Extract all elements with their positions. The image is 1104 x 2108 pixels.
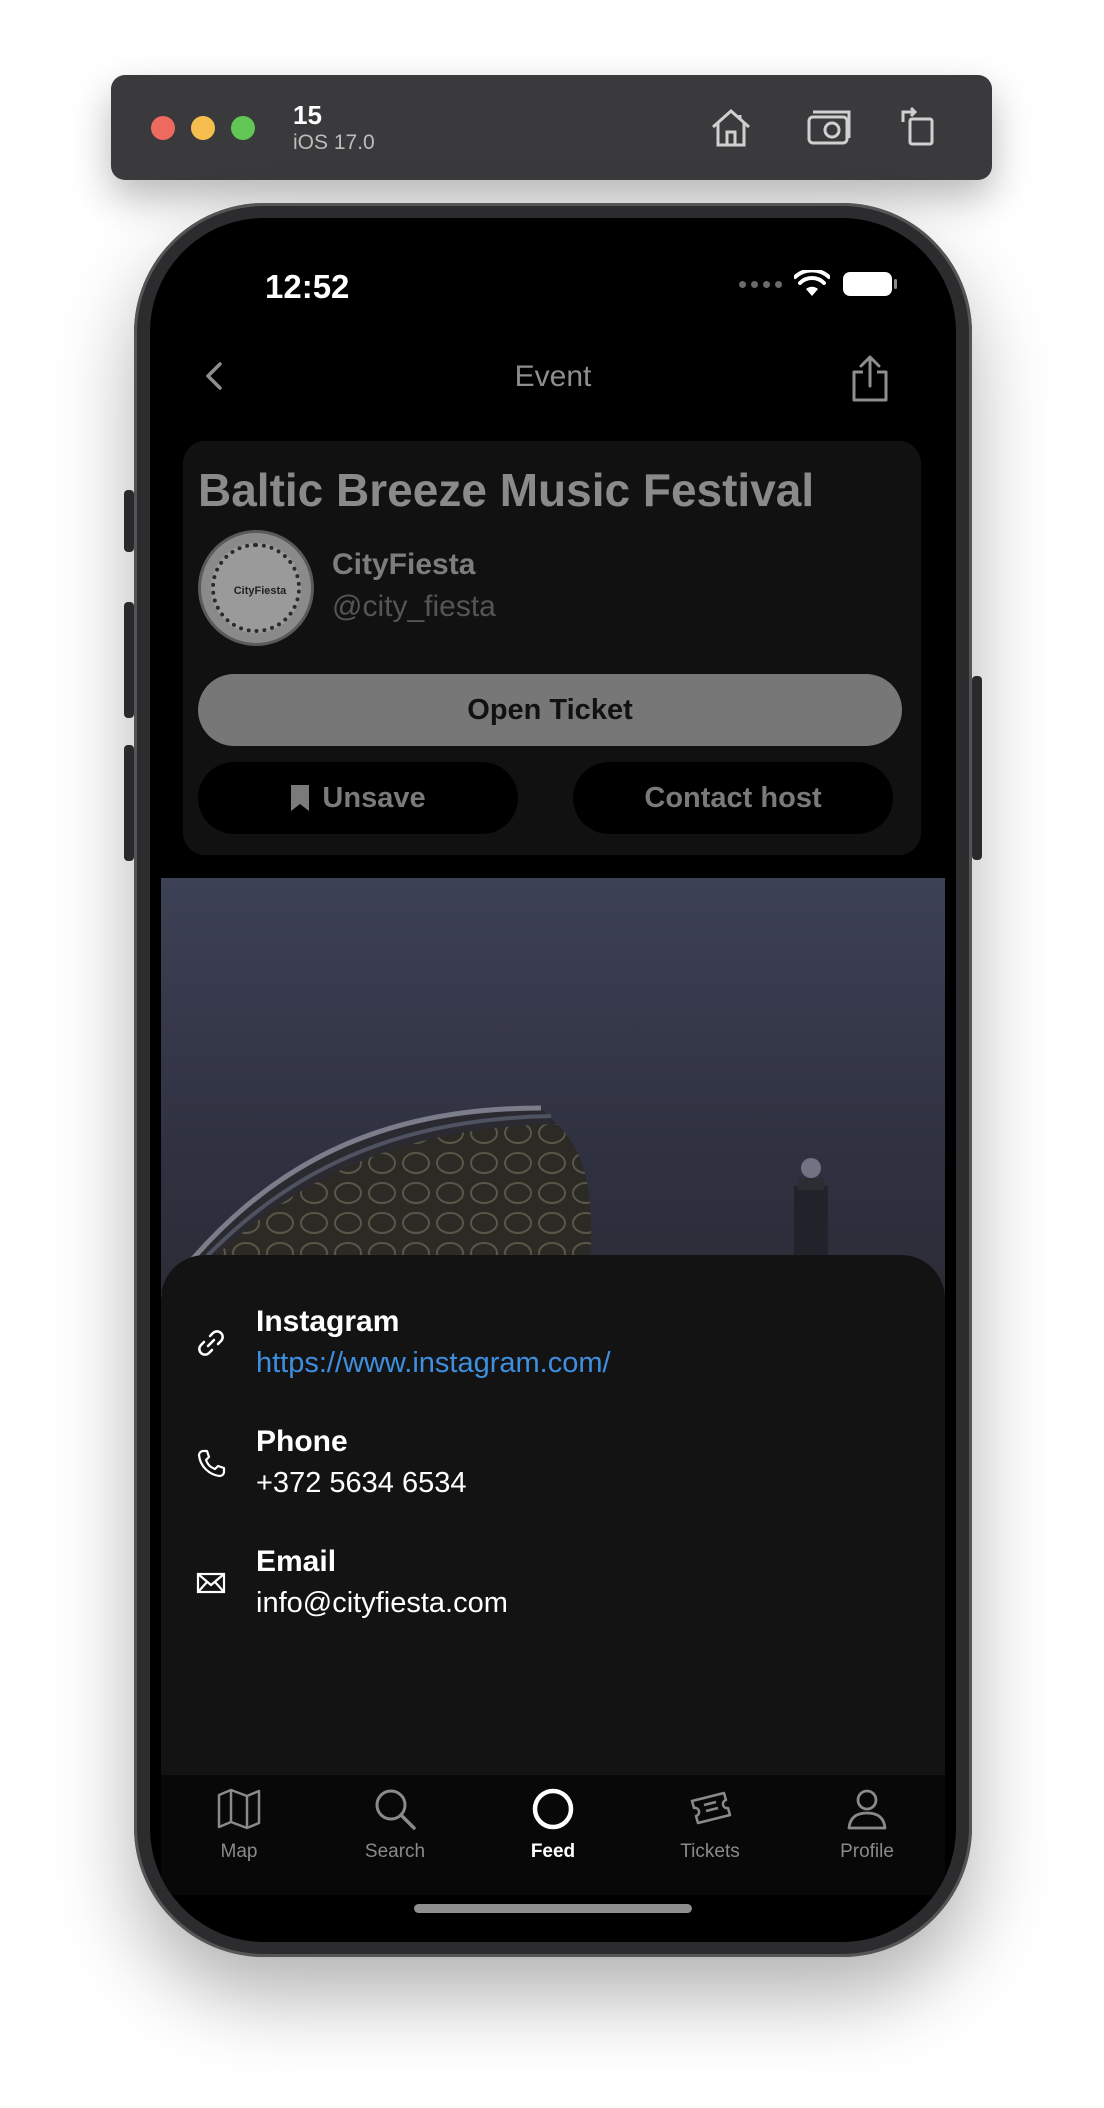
tab-tickets[interactable]: Tickets xyxy=(640,1785,780,1863)
avatar[interactable]: CityFiesta xyxy=(198,530,314,646)
open-ticket-button[interactable]: Open Ticket xyxy=(198,674,902,746)
email-address[interactable]: info@cityfiesta.com xyxy=(256,1587,508,1620)
volume-down-button xyxy=(124,745,134,861)
mail-icon xyxy=(196,1572,226,1594)
page-title: Event xyxy=(514,360,592,393)
event-title: Baltic Breeze Music Festival xyxy=(198,464,815,516)
signal-icon xyxy=(739,280,782,288)
profile-icon xyxy=(847,1789,887,1830)
home-icon[interactable] xyxy=(703,100,759,156)
rotate-icon[interactable] xyxy=(893,100,949,156)
simulator-device-name: 15 xyxy=(293,100,322,130)
phone-number[interactable]: +372 5634 6534 xyxy=(256,1467,466,1500)
contact-sheet: Instagram https://www.instagram.com/ Pho… xyxy=(161,1255,945,1775)
contact-label: Phone xyxy=(256,1425,348,1458)
screenshot-icon[interactable] xyxy=(801,100,857,156)
contact-label: Instagram xyxy=(256,1305,400,1338)
unsave-label: Unsave xyxy=(322,781,426,814)
contact-label: Email xyxy=(256,1545,337,1578)
tab-bar: Map Search Feed Tickets Profile xyxy=(161,1775,945,1895)
contact-row-email[interactable]: Email info@cityfiesta.com xyxy=(161,1545,945,1645)
share-icon xyxy=(852,355,888,402)
map-icon xyxy=(217,1788,261,1830)
bookmark-icon xyxy=(291,785,310,811)
minimize-window-button[interactable] xyxy=(191,116,215,140)
phone-screen: 12:52 Event Baltic Breeze Music Festival… xyxy=(150,218,956,1942)
tab-profile[interactable]: Profile xyxy=(797,1785,937,1863)
avatar-logo-text: CityFiesta xyxy=(233,585,287,597)
feed-icon xyxy=(532,1788,574,1830)
link-icon xyxy=(198,1330,224,1356)
power-button xyxy=(972,676,982,860)
tab-feed[interactable]: Feed xyxy=(483,1785,623,1863)
status-time: 12:52 xyxy=(265,268,350,305)
tab-label: Search xyxy=(364,1841,426,1862)
tab-label: Map xyxy=(220,1841,258,1862)
search-icon xyxy=(375,1789,416,1830)
host-handle: @city_fiesta xyxy=(332,590,496,623)
tab-label: Profile xyxy=(840,1841,894,1862)
zoom-window-button[interactable] xyxy=(231,116,255,140)
contact-row-instagram[interactable]: Instagram https://www.instagram.com/ xyxy=(161,1305,945,1405)
simulator-os-version: iOS 17.0 xyxy=(293,131,375,154)
contact-host-button[interactable]: Contact host xyxy=(573,762,893,834)
phone-icon xyxy=(197,1449,226,1478)
close-window-button[interactable] xyxy=(151,116,175,140)
tab-search[interactable]: Search xyxy=(325,1785,465,1863)
tickets-icon xyxy=(690,1791,732,1825)
wifi-icon xyxy=(794,270,830,296)
instagram-link[interactable]: https://www.instagram.com/ xyxy=(256,1347,611,1380)
unsave-button[interactable]: Unsave xyxy=(198,762,518,834)
status-icons xyxy=(739,270,898,298)
battery-icon xyxy=(843,272,897,296)
host-name[interactable]: CityFiesta xyxy=(332,548,475,582)
avatar-badge: CityFiesta xyxy=(211,543,301,633)
share-button[interactable] xyxy=(848,354,892,404)
tab-map[interactable]: Map xyxy=(169,1785,309,1863)
tab-label: Feed xyxy=(530,1841,576,1862)
tab-label: Tickets xyxy=(680,1841,740,1862)
contact-row-phone[interactable]: Phone +372 5634 6534 xyxy=(161,1425,945,1525)
volume-up-button xyxy=(124,602,134,718)
home-indicator[interactable] xyxy=(414,1904,692,1913)
mute-switch xyxy=(124,490,134,552)
